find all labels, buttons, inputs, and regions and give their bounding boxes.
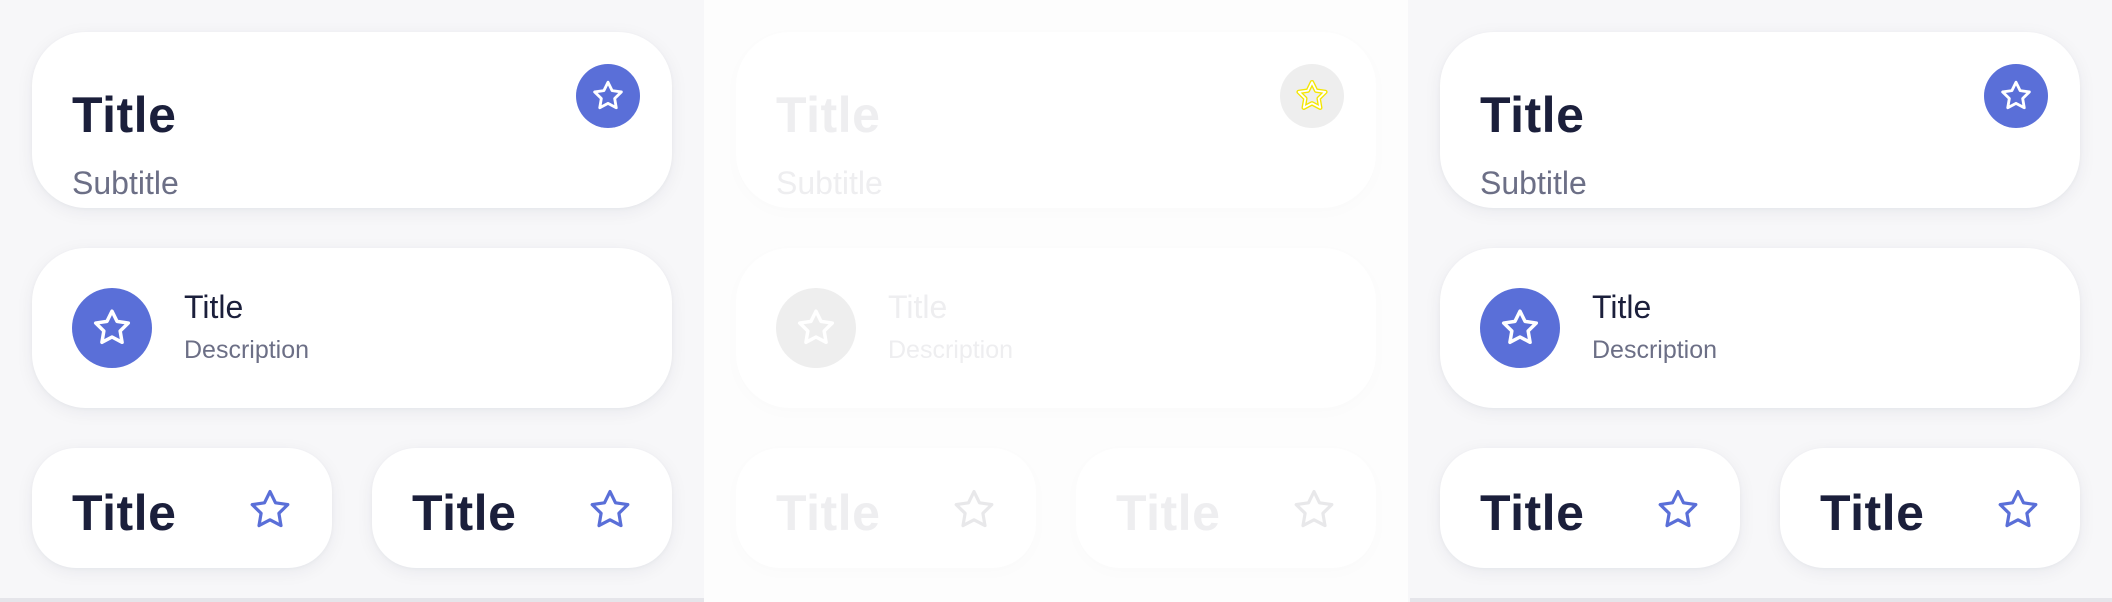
star-icon <box>246 486 294 534</box>
card-subtitle: Subtitle <box>1480 165 1587 201</box>
panel-divider <box>0 598 704 602</box>
favorite-button[interactable] <box>1654 486 1702 534</box>
favorite-button[interactable] <box>1994 486 2042 534</box>
panel-divider <box>704 598 1408 602</box>
star-icon <box>1654 486 1702 534</box>
favorite-button[interactable] <box>1984 64 2048 128</box>
star-icon <box>1994 486 2042 534</box>
small-card-title: Title <box>412 485 517 541</box>
favorite-button[interactable] <box>586 486 634 534</box>
star-icon <box>1998 78 2034 114</box>
favorite-button-disabled <box>1290 486 1338 534</box>
favorite-button-disabled <box>950 486 998 534</box>
small-card-title: Title <box>1116 485 1221 541</box>
favorite-button[interactable] <box>246 486 294 534</box>
star-icon <box>590 78 626 114</box>
star-icon <box>950 486 998 534</box>
list-description: Description <box>888 336 1014 364</box>
star-icon <box>1294 78 1330 114</box>
list-title: Title <box>888 289 948 325</box>
favorite-button[interactable] <box>576 64 640 128</box>
card-title: Title <box>776 87 881 143</box>
favorite-avatar <box>776 288 856 368</box>
list-description: Description <box>1592 336 1718 364</box>
card-title: Title <box>1480 87 1585 143</box>
card-subtitle: Subtitle <box>72 165 179 201</box>
small-card[interactable]: Title <box>372 448 672 568</box>
star-icon <box>90 306 134 350</box>
card-title: Title <box>72 87 177 143</box>
list-description: Description <box>184 336 310 364</box>
star-icon <box>1498 306 1542 350</box>
small-card-title: Title <box>72 485 177 541</box>
list-title: Title <box>184 289 244 325</box>
small-card[interactable]: Title <box>1440 448 1740 568</box>
card-panel-enabled: Title Subtitle Title Description Title T… <box>0 0 704 602</box>
small-card-title: Title <box>1480 485 1585 541</box>
favorite-avatar <box>72 288 152 368</box>
card-subtitle: Subtitle <box>776 165 883 201</box>
star-icon <box>586 486 634 534</box>
card-panel-enabled: Title Subtitle Title Description Title T… <box>1408 0 2112 602</box>
favorite-button-disabled <box>1280 64 1344 128</box>
list-card[interactable]: Title Description <box>1440 248 2080 408</box>
star-icon <box>794 306 838 350</box>
large-card[interactable]: Title Subtitle <box>32 32 672 208</box>
small-card-disabled: Title <box>1076 448 1376 568</box>
large-card-disabled: Title Subtitle <box>736 32 1376 208</box>
small-card-disabled: Title <box>736 448 1036 568</box>
large-card[interactable]: Title Subtitle <box>1440 32 2080 208</box>
list-card-disabled: Title Description <box>736 248 1376 408</box>
small-card[interactable]: Title <box>1780 448 2080 568</box>
star-icon <box>1290 486 1338 534</box>
list-card[interactable]: Title Description <box>32 248 672 408</box>
panel-divider <box>1410 598 2112 602</box>
small-card[interactable]: Title <box>32 448 332 568</box>
small-card-title: Title <box>1820 485 1925 541</box>
favorite-avatar <box>1480 288 1560 368</box>
card-panel-disabled: Title Subtitle Title Description Title T… <box>704 0 1408 602</box>
list-title: Title <box>1592 289 1652 325</box>
small-card-title: Title <box>776 485 881 541</box>
